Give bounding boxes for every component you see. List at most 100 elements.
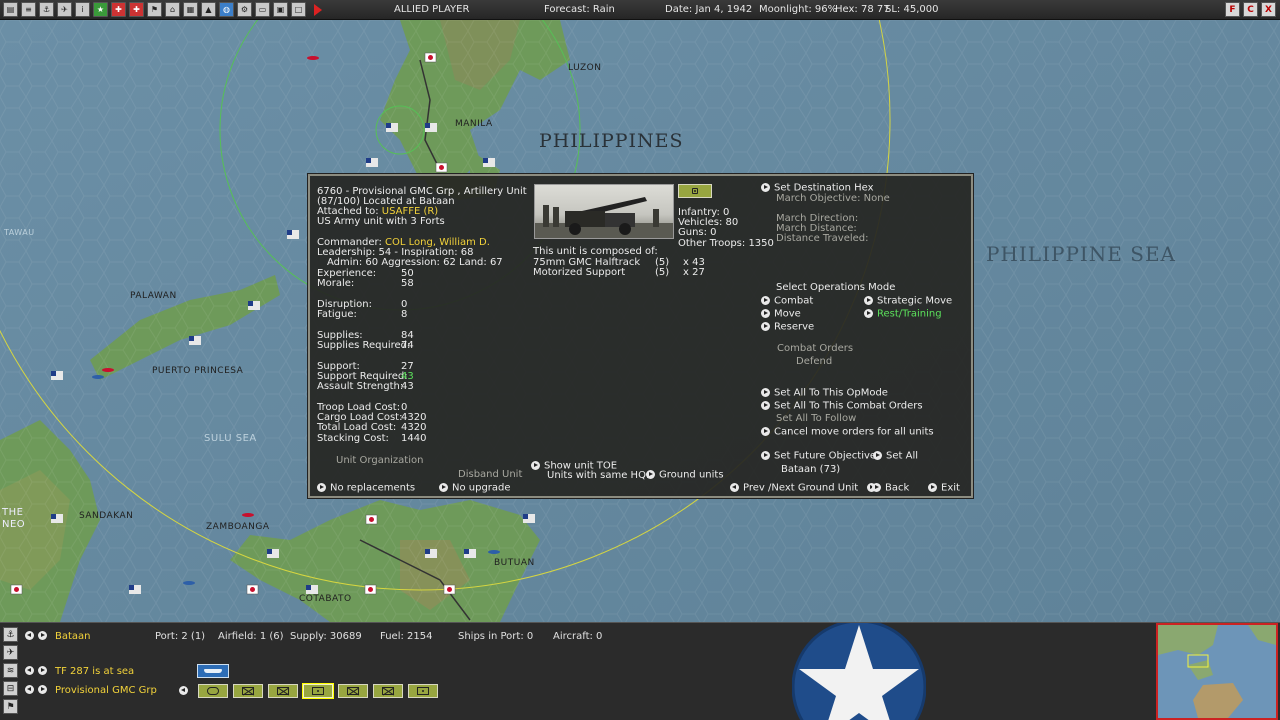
- ground-unit-link[interactable]: Provisional GMC Grp: [55, 685, 157, 696]
- tf-nav: [25, 666, 47, 675]
- info-icon[interactable]: i: [75, 2, 90, 17]
- arrow-right-icon: [864, 296, 873, 305]
- prev-next-unit-button[interactable]: Prev /Next Ground Unit: [730, 483, 880, 494]
- close-button[interactable]: X: [1261, 2, 1276, 17]
- next-unit-icon[interactable]: [38, 685, 47, 694]
- prev-tf-icon[interactable]: [25, 666, 34, 675]
- future-objective-value: Bataan (73): [781, 464, 841, 475]
- arrow-right-icon: [761, 309, 770, 318]
- report-icon[interactable]: ≡: [21, 2, 36, 17]
- op-mode-combat[interactable]: Combat: [761, 296, 813, 307]
- flag-icon[interactable]: ⚑: [3, 699, 18, 714]
- top-toolbar: ▤ ≡ ⚓ ✈ i ★ ✚ ✚ ⚑ ⌂ ▦ ▲ ◍ ⚙ ▭ ▣ □ ALLIED…: [0, 0, 1280, 20]
- cancel-move-button[interactable]: Cancel move orders for all units: [761, 427, 934, 438]
- stat-label: Supplies Required:: [317, 340, 411, 351]
- c-button[interactable]: C: [1243, 2, 1258, 17]
- f-button[interactable]: F: [1225, 2, 1240, 17]
- device-name[interactable]: Motorized Support: [533, 268, 625, 278]
- combat-orders-label: Combat Orders: [777, 343, 854, 354]
- back-button[interactable]: Back: [872, 483, 909, 494]
- task-force-icon[interactable]: [197, 664, 229, 678]
- ground-unit-chip[interactable]: [408, 684, 438, 698]
- prev-base-icon[interactable]: [25, 631, 34, 640]
- grid-icon[interactable]: ▣: [273, 2, 288, 17]
- ship-list-icon[interactable]: ⚓: [39, 2, 54, 17]
- luzon-label: LUZON: [568, 63, 602, 73]
- aircraft-info: Aircraft: 0: [553, 631, 603, 642]
- ship-icon[interactable]: ≋: [3, 663, 18, 678]
- no-replacements-button[interactable]: No replacements: [317, 483, 415, 494]
- forecast-label: Forecast: Rain: [544, 4, 615, 15]
- gear-icon[interactable]: ⚙: [237, 2, 252, 17]
- next-base-icon[interactable]: [38, 631, 47, 640]
- arrow-right-icon: [761, 296, 770, 305]
- window-icon[interactable]: □: [291, 2, 306, 17]
- arrow-right-icon: [761, 183, 770, 192]
- op-mode-rest[interactable]: Rest/Training: [864, 309, 942, 320]
- no-upgrade-button[interactable]: No upgrade: [439, 483, 511, 494]
- unit-list-icon[interactable]: ▦: [183, 2, 198, 17]
- globe-icon[interactable]: ◍: [219, 2, 234, 17]
- stat-value: 1440: [401, 433, 427, 444]
- prev-unit-icon[interactable]: [25, 685, 34, 694]
- sulu-sea-label: SULU SEA: [204, 433, 257, 444]
- stat-label: Total Load Cost:: [317, 422, 397, 433]
- set-all-follow-label: Set All To Follow: [776, 413, 857, 424]
- arrow-right-icon: [531, 461, 540, 470]
- save-icon[interactable]: ▤: [3, 2, 18, 17]
- stat-value: 74: [401, 340, 414, 351]
- plane-red-icon[interactable]: ✚: [111, 2, 126, 17]
- set-all-combat-button[interactable]: Set All To This Combat Orders: [761, 401, 923, 412]
- sub-icon[interactable]: ⊟: [3, 681, 18, 696]
- arrow-right-icon: [873, 451, 882, 460]
- next-tf-icon[interactable]: [38, 666, 47, 675]
- exit-button[interactable]: Exit: [928, 483, 960, 494]
- device-qty: (5): [655, 267, 670, 278]
- sl-label: SL: 45,000: [885, 4, 939, 15]
- arrow-right-icon: [872, 483, 881, 492]
- ground-unit-chip[interactable]: [268, 684, 298, 698]
- set-future-objective-button[interactable]: Set Future Objective: [761, 451, 876, 462]
- set-all-opmode-button[interactable]: Set All To This OpMode: [761, 388, 888, 399]
- arrow-left-icon[interactable]: [730, 483, 739, 492]
- factory-icon[interactable]: ⌂: [165, 2, 180, 17]
- set-all-button[interactable]: Set All: [873, 451, 918, 462]
- puerto-princesa-label: PUERTO PRINCESA: [152, 366, 244, 376]
- set-destination-button[interactable]: Set Destination Hex: [761, 183, 874, 194]
- arrow-right-icon: [761, 401, 770, 410]
- ship-markers: [102, 56, 319, 517]
- world-minimap[interactable]: [1156, 623, 1278, 720]
- end-turn-play-icon[interactable]: [314, 3, 322, 16]
- base-nav: [25, 631, 47, 640]
- tawau-label: TAWAU: [4, 228, 35, 237]
- zamboanga-label: ZAMBOANGA: [206, 522, 270, 532]
- unit-type-icon: [678, 184, 712, 198]
- scroll-units-left-icon[interactable]: [179, 686, 188, 695]
- ground-unit-chip[interactable]: [338, 684, 368, 698]
- ground-unit-chip[interactable]: [373, 684, 403, 698]
- op-mode-move[interactable]: Move: [761, 309, 801, 320]
- options-icon[interactable]: ▭: [255, 2, 270, 17]
- march-objective: March Objective: None: [776, 193, 890, 204]
- base-icon[interactable]: ⚓: [3, 627, 18, 642]
- plane-blue-icon[interactable]: ✚: [129, 2, 144, 17]
- select-ops-label: Select Operations Mode: [776, 282, 896, 293]
- ground-unit-chip[interactable]: [198, 684, 228, 698]
- star-icon[interactable]: ★: [93, 2, 108, 17]
- task-force-link[interactable]: TF 287 is at sea: [55, 666, 134, 677]
- ground-units-button[interactable]: Ground units: [646, 470, 724, 481]
- philippines-label: PHILIPPINES: [539, 130, 684, 152]
- ground-unit-chip-selected[interactable]: [303, 684, 333, 698]
- air-list-icon[interactable]: ✈: [57, 2, 72, 17]
- op-mode-strategic[interactable]: Strategic Move: [864, 296, 952, 307]
- moonlight-label: Moonlight: 96%: [759, 4, 838, 15]
- air-icon[interactable]: ✈: [3, 645, 18, 660]
- flag-icon[interactable]: ⚑: [147, 2, 162, 17]
- stat-label: Stacking Cost:: [317, 433, 389, 444]
- fuel-info: Fuel: 2154: [380, 631, 433, 642]
- ground-unit-chip[interactable]: [233, 684, 263, 698]
- base-name-link[interactable]: Bataan: [55, 631, 91, 642]
- terrain-icon[interactable]: ▲: [201, 2, 216, 17]
- op-mode-reserve[interactable]: Reserve: [761, 322, 814, 333]
- unit-nav: [25, 685, 47, 694]
